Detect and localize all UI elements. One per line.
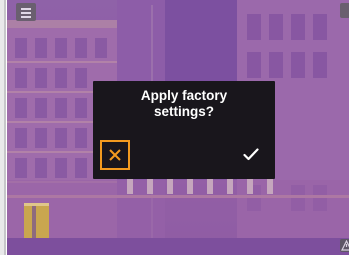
dialog-title-line-1: Apply factory xyxy=(140,88,228,103)
confirm-button[interactable] xyxy=(239,143,263,167)
factory-reset-dialog: Apply factory settings? xyxy=(93,81,275,179)
triangle-icon xyxy=(341,240,349,251)
top-right-button[interactable] xyxy=(340,3,349,18)
triangle-button[interactable] xyxy=(340,239,349,252)
cancel-button[interactable] xyxy=(100,140,130,170)
menu-button[interactable] xyxy=(16,3,36,21)
left-divider xyxy=(4,0,6,255)
dialog-title: Apply factory settings? xyxy=(93,88,275,120)
close-icon xyxy=(109,149,121,161)
warm-spot xyxy=(24,203,49,239)
dialog-title-line-2: settings? xyxy=(153,104,214,119)
checkmark-icon xyxy=(243,148,259,161)
